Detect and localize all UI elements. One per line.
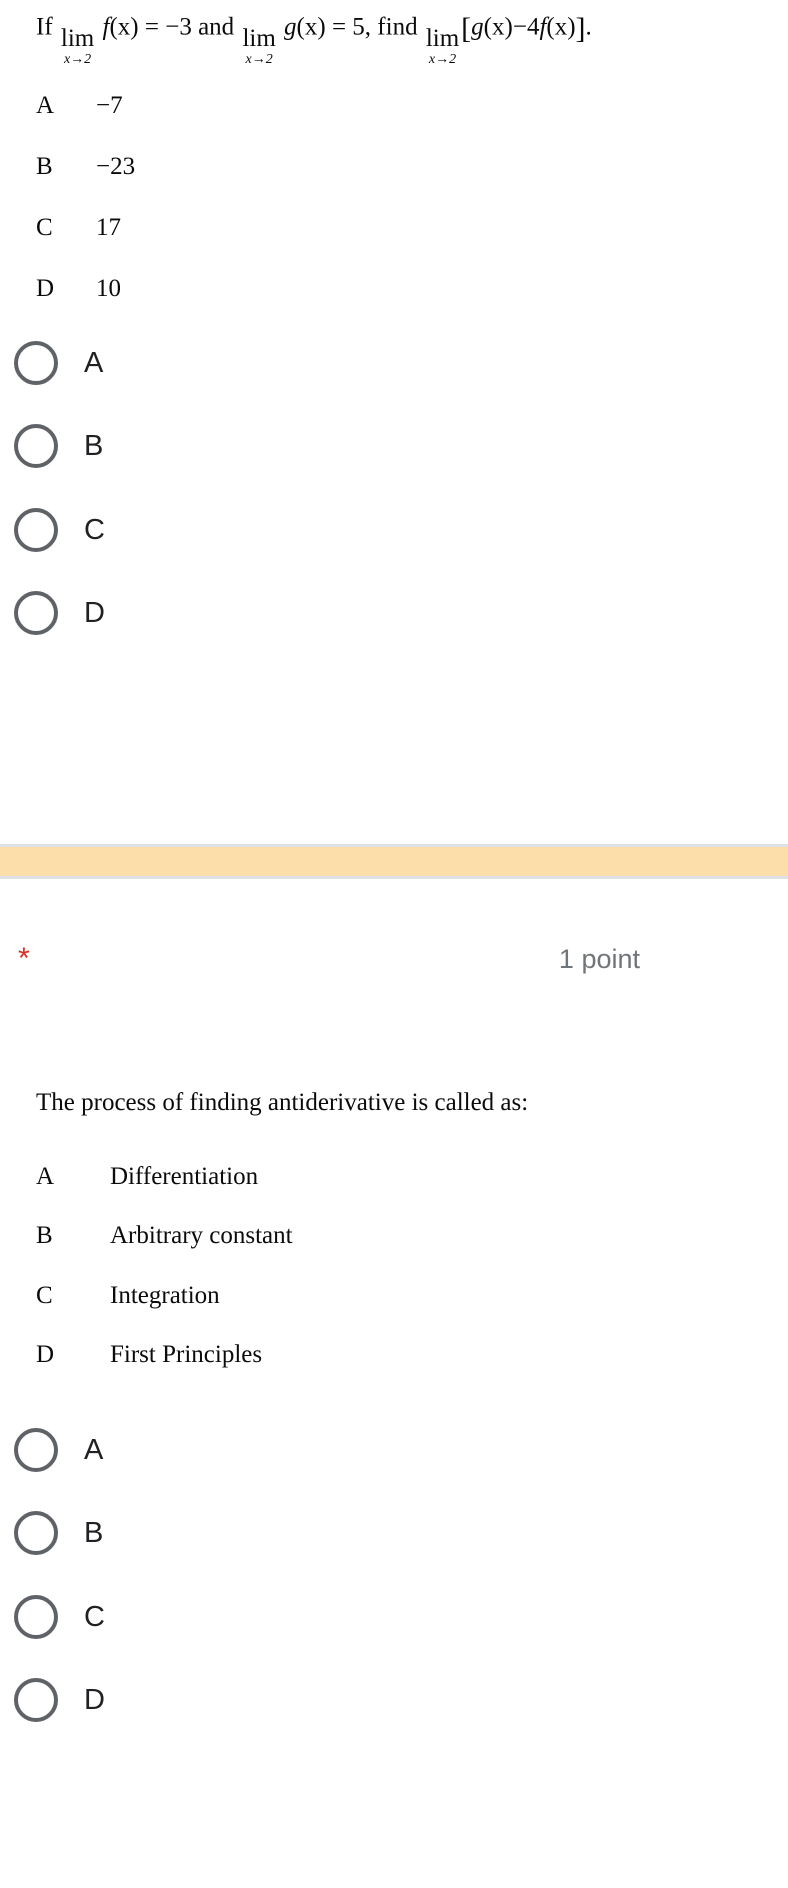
lettered-option-b: B −23 (36, 153, 135, 181)
equals-1: = (144, 13, 159, 41)
option-letter: D (36, 1341, 55, 1368)
comma: , (364, 13, 372, 41)
inner-function-f-arg: (x) (546, 13, 576, 41)
lettered-option-d: D 10 (36, 275, 121, 303)
limit-operator-1: lim x→2 (61, 26, 94, 67)
stem-find: find (377, 13, 418, 41)
lettered-option-c: C Integration (36, 1282, 220, 1310)
minus-sign: − (512, 13, 527, 41)
function-g: g (284, 13, 297, 41)
option-letter: B (36, 1222, 53, 1249)
limit-subscript: x→2 (245, 51, 273, 67)
option-letter: C (36, 1282, 53, 1309)
radio-option-d-q2[interactable]: D (14, 1676, 105, 1724)
radio-label: A (84, 1433, 104, 1466)
equals-2: = (331, 13, 347, 41)
radio-circle-icon[interactable] (14, 508, 58, 552)
function-g-arg: (x) (296, 13, 326, 41)
limit-subscript: x→2 (428, 51, 457, 67)
required-asterisk: * (18, 942, 30, 975)
lettered-option-b: B Arbitrary constant (36, 1222, 293, 1250)
radio-option-c-q1[interactable]: C (14, 506, 105, 554)
radio-circle-icon[interactable] (14, 341, 58, 385)
radio-label: D (84, 1683, 105, 1716)
radio-circle-icon[interactable] (14, 1678, 58, 1722)
option-letter: A (36, 92, 55, 119)
radio-label: C (84, 513, 105, 546)
lettered-option-a: A Differentiation (36, 1163, 258, 1191)
question-2-meta-row: * 1 point (0, 944, 788, 978)
inner-function-g: g (471, 13, 484, 41)
radio-option-b-q1[interactable]: B (14, 422, 103, 470)
radio-option-d-q1[interactable]: D (14, 589, 105, 637)
limit-subscript: x→2 (63, 51, 92, 67)
inner-function-g-arg: (x) (483, 13, 513, 41)
stem-and: and (198, 13, 235, 41)
limit-label: lim (425, 24, 460, 52)
limit-operator-2: lim x→2 (242, 26, 275, 67)
radio-circle-icon[interactable] (14, 424, 58, 468)
limit-operator-3: lim x→2 (426, 26, 459, 67)
bracket-close: ] (575, 12, 586, 45)
limit-label: lim (242, 24, 276, 52)
bracket-open: [ (461, 12, 472, 45)
option-letter: B (36, 153, 53, 180)
radio-circle-icon[interactable] (14, 1428, 58, 1472)
option-text: Differentiation (110, 1163, 259, 1190)
question-1-stem: If lim x→2 f(x) = −3 and lim x→2 g(x) = … (36, 12, 592, 67)
radio-circle-icon[interactable] (14, 1595, 58, 1639)
value-2: 5 (352, 13, 365, 41)
option-text: −23 (96, 153, 136, 180)
lettered-option-a: A −7 (36, 92, 123, 120)
option-text: −7 (96, 92, 123, 119)
section-separator-band (0, 844, 788, 879)
radio-label: D (84, 596, 105, 629)
option-letter: D (36, 275, 55, 302)
radio-option-a-q1[interactable]: A (14, 339, 103, 387)
limit-label: lim (60, 24, 95, 52)
question-2-stem: The process of finding antiderivative is… (36, 1089, 529, 1116)
radio-circle-icon[interactable] (14, 1511, 58, 1555)
points-label: 1 point (558, 944, 640, 974)
stem-if: If (36, 13, 53, 41)
option-letter: C (36, 214, 53, 241)
option-text: 10 (96, 275, 121, 302)
radio-label: C (84, 1600, 105, 1633)
option-text: 17 (96, 214, 121, 241)
function-f-arg: (x) (109, 13, 139, 41)
period: . (585, 13, 592, 41)
lettered-option-d: D First Principles (36, 1341, 262, 1369)
option-text: Arbitrary constant (110, 1222, 293, 1249)
radio-option-b-q2[interactable]: B (14, 1509, 103, 1557)
radio-label: B (84, 429, 104, 462)
radio-label: B (84, 1516, 104, 1549)
value-1: −3 (165, 13, 192, 41)
radio-label: A (84, 346, 104, 379)
radio-option-a-q2[interactable]: A (14, 1426, 103, 1474)
option-text: Integration (110, 1282, 220, 1309)
radio-option-c-q2[interactable]: C (14, 1593, 105, 1641)
option-text: First Principles (110, 1341, 263, 1368)
option-letter: A (36, 1163, 55, 1190)
coefficient: 4 (526, 13, 540, 41)
lettered-option-c: C 17 (36, 214, 121, 242)
radio-circle-icon[interactable] (14, 591, 58, 635)
